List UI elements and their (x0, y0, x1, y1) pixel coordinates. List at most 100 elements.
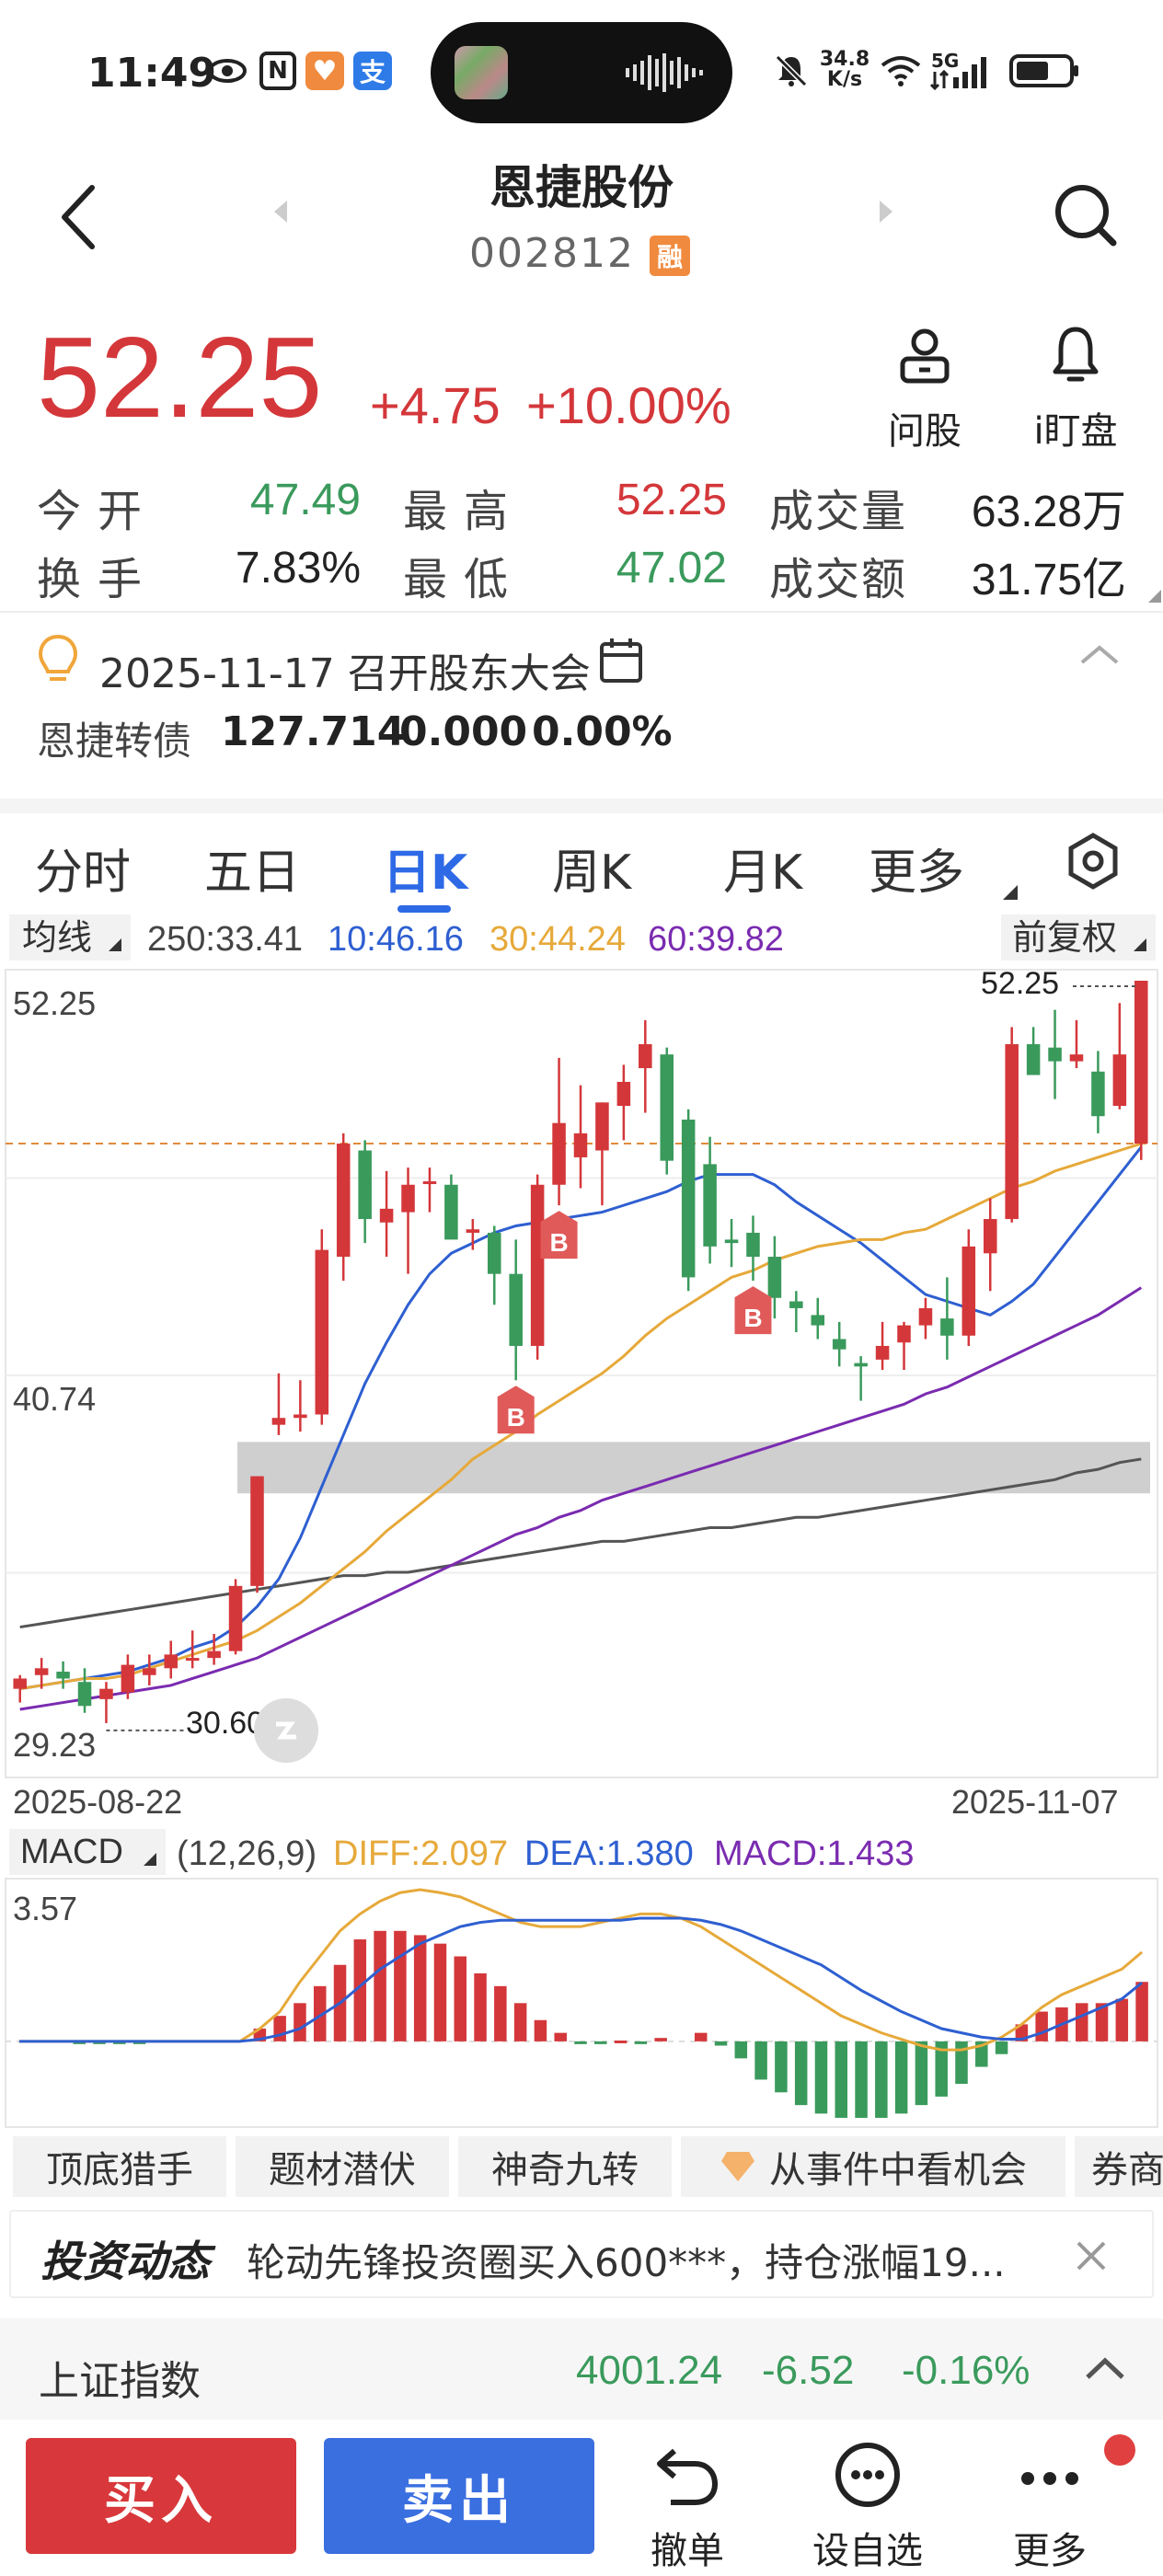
chart-y-top: 52.25 (13, 984, 97, 1022)
macd-frame (5, 1878, 1158, 2128)
nfc-icon: N (259, 52, 296, 90)
candle-body (487, 1232, 501, 1274)
tab-more[interactable]: 更多 (869, 834, 964, 903)
buy-signal-label: B (743, 1304, 762, 1332)
macd-bar (734, 2041, 748, 2059)
macd-bar (513, 2003, 527, 2041)
candle-body (401, 1184, 415, 1213)
candle-body (660, 1054, 674, 1161)
ma30-value: 30:44.24 (489, 920, 626, 959)
ma30-line (19, 1142, 1142, 1691)
macd-params: (12,26,9) (177, 1834, 317, 1873)
tool-broker[interactable]: 券商 (1075, 2136, 1163, 2197)
calendar-icon[interactable] (598, 637, 644, 684)
event-text[interactable]: 2025-11-17 召开股东大会 (99, 640, 591, 699)
candle-body (271, 1418, 286, 1425)
investment-feed[interactable]: 投资动态 轮动先锋投资圈买入600***，持仓涨幅19... (9, 2210, 1154, 2298)
macd-bar (714, 2041, 728, 2046)
expand-up-icon[interactable] (1082, 2352, 1128, 2385)
ma250-value: 250:33.41 (147, 920, 304, 959)
net-speed-unit: K/s (826, 68, 863, 91)
expand-corner-icon[interactable] (1148, 589, 1161, 603)
ma10-value: 10:46.16 (328, 920, 464, 959)
index-ticker[interactable]: 上证指数 4001.24 -6.52 -0.16% (0, 2318, 1163, 2420)
candle-body (250, 1476, 264, 1586)
macd-selector[interactable]: MACD (9, 1829, 166, 1875)
ma60-line (19, 1286, 1143, 1711)
candle-body (466, 1229, 480, 1233)
candle-body (530, 1184, 545, 1346)
dynamic-island[interactable] (431, 22, 732, 123)
candle-body (315, 1249, 329, 1415)
tab-five-day[interactable]: 五日 (204, 834, 300, 903)
candle-body (379, 1208, 394, 1223)
tab-monthly-k[interactable]: 月K (723, 834, 802, 903)
candle-body (789, 1301, 803, 1308)
next-stock-icon[interactable] (872, 193, 900, 230)
candle-body (143, 1668, 156, 1675)
adjust-dropdown-icon (1134, 938, 1146, 951)
macd-bar (574, 2041, 587, 2044)
tab-daily-k[interactable]: 日K (383, 834, 467, 903)
tools-row: 顶底猎手 题材潜伏 神奇九转 从事件中看机会 券商 (0, 2133, 1163, 2202)
watch-button[interactable]: i盯盘 (1016, 324, 1135, 453)
buy-signal-label: B (507, 1403, 525, 1432)
stat-value: 31.75亿 (971, 556, 1126, 604)
macd-header: MACD (12,26,9) DIFF:2.097 DEA:1.380 MACD… (0, 1825, 1163, 1877)
macd-bar (814, 2041, 828, 2114)
search-icon[interactable] (1049, 178, 1123, 252)
sell-button[interactable]: 卖出 (324, 2438, 594, 2554)
candle-body (99, 1688, 113, 1699)
macd-bar (894, 2041, 908, 2114)
macd-bar (374, 1930, 386, 2041)
net-speed-value: 34.8 (819, 48, 870, 71)
tool-theme-ambush[interactable]: 题材潜伏 (236, 2136, 449, 2197)
tool-bottom-top-hunter[interactable]: 顶底猎手 (13, 2136, 226, 2197)
macd-bar (1035, 2011, 1048, 2041)
tool-magic-nine[interactable]: 神奇九转 (458, 2136, 672, 2197)
macd-bar (1075, 2003, 1088, 2041)
macd-bar (394, 1930, 407, 2041)
candle-body (918, 1307, 933, 1326)
stat-label: 最高 (403, 488, 525, 536)
audio-wave-icon (626, 53, 703, 92)
stat-label: 最低 (403, 556, 525, 604)
price-change-pct: +10.00% (526, 376, 731, 434)
stat-value: 47.02 (616, 544, 727, 592)
stat-label: 换手 (37, 556, 159, 604)
candle-body (444, 1184, 458, 1240)
quote-panel: 52.25 +4.75 +10.00% 问股 i盯盘 今开 47.49 最高 52.2… (0, 313, 1163, 607)
bond-change-pct: 0.00% (532, 708, 673, 755)
kline-chart[interactable]: B B B 52.25 40.74 29.23 52.25 30.60 2025-0… (0, 966, 1163, 1821)
tab-intraday[interactable]: 分时 (35, 834, 131, 903)
index-pct: -0.16% (902, 2348, 1031, 2393)
signal-type: 5G (931, 50, 960, 72)
bond-change: 0.000 (399, 708, 528, 755)
candle-body (681, 1119, 696, 1278)
ma-selector[interactable]: 均线 (9, 914, 131, 960)
buy-button[interactable]: 买入 (26, 2438, 296, 2554)
macd-bar (875, 2041, 888, 2118)
macd-bar (474, 1972, 487, 2041)
stat-value: 47.49 (249, 476, 361, 524)
candle-body (34, 1668, 49, 1675)
more-dropdown-icon (1003, 885, 1018, 900)
ask-stock-button[interactable]: 问股 (865, 324, 985, 453)
ask-person-icon (900, 328, 950, 384)
macd-bar (454, 1956, 467, 2041)
close-icon[interactable] (1073, 2237, 1110, 2274)
chart-period-tabs: 分时 五日 日K 周K 月K 更多 (0, 799, 1163, 913)
settings-hexagon-icon[interactable] (1064, 832, 1123, 891)
chart-zoom-icon[interactable] (254, 1698, 318, 1763)
margin-badge: 融 (650, 236, 690, 276)
adjust-selector[interactable]: 前复权 (1001, 914, 1156, 960)
macd-chart[interactable]: 3.57 (0, 1877, 1163, 2131)
macd-bar (915, 2041, 928, 2106)
notification-dot (1104, 2434, 1135, 2466)
tool-event-opportunity[interactable]: 从事件中看机会 (681, 2136, 1065, 2197)
tab-weekly-k[interactable]: 周K (552, 834, 631, 903)
macd-bar (995, 2041, 1008, 2054)
macd-diff: DIFF:2.097 (333, 1834, 509, 1873)
chart-max-label: 52.25 (981, 966, 1060, 1001)
collapse-icon[interactable] (1077, 640, 1123, 668)
